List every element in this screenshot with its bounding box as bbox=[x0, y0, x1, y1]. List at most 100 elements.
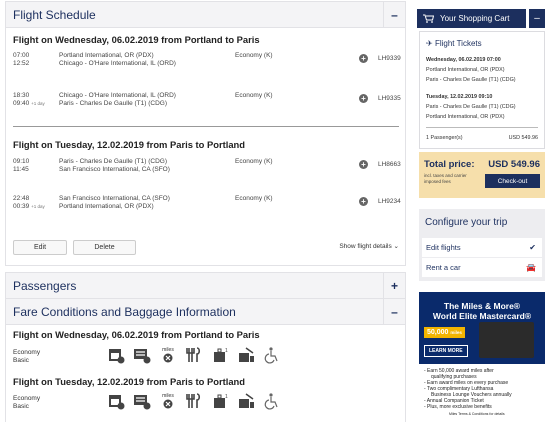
credit-card-image bbox=[479, 322, 534, 358]
plus-icon[interactable]: + bbox=[359, 160, 368, 169]
outbound-date: Wednesday, 06.02.2019 07:00 bbox=[426, 57, 501, 63]
plus-icon[interactable]: + bbox=[359, 94, 368, 103]
total-price-box: Total price: USD 549.96 incl. taxes and … bbox=[419, 152, 545, 198]
arrival-airport: San Francisco International, CA (SFO) bbox=[59, 166, 170, 173]
flight-schedule-header[interactable]: Flight Schedule – bbox=[5, 1, 406, 28]
cabin-class: Economy (K) bbox=[235, 158, 273, 165]
cart-collapse-toggle[interactable]: – bbox=[529, 9, 545, 28]
checked-baggage-icon bbox=[236, 391, 256, 411]
arrival-airport: Portland International, OR (PDX) bbox=[59, 203, 154, 210]
ad-headline: The Miles & More® bbox=[443, 301, 521, 311]
fare-class-name: Economy bbox=[13, 349, 41, 356]
inbound-date: Tuesday, 12.02.2019 09:10 bbox=[426, 94, 493, 100]
shopping-cart-header[interactable]: Your Shopping Cart bbox=[417, 9, 526, 28]
arrival-airport: Chicago - O'Hare International, IL (ORD) bbox=[59, 60, 176, 67]
total-note: incl. taxes and carrier imposed fees bbox=[424, 173, 467, 184]
svg-text:1: 1 bbox=[225, 394, 228, 400]
fare-outbound-title: Flight on Wednesday, 06.02.2019 from Por… bbox=[13, 329, 260, 340]
flight-segment: 18:30 09:40 +1 day Chicago - O'Hare Inte… bbox=[13, 92, 401, 114]
divider bbox=[426, 127, 538, 128]
outbound-from: Portland International, OR (PDX) bbox=[426, 67, 505, 73]
plus-icon[interactable]: + bbox=[359, 54, 368, 63]
plane-icon: ✈ bbox=[426, 39, 433, 48]
fare-icons: miles 1 bbox=[106, 345, 282, 365]
svg-text:1: 1 bbox=[225, 348, 228, 354]
flight-schedule-title: Flight Schedule bbox=[13, 7, 96, 22]
outbound-to: Paris - Charles De Gaulle (T1) (CDG) bbox=[426, 77, 516, 83]
delete-button[interactable]: Delete bbox=[73, 240, 136, 255]
fare-conditions-title: Fare Conditions and Baggage Information bbox=[13, 304, 236, 319]
plus-icon[interactable]: + bbox=[359, 197, 368, 206]
flight-segment: 22:48 00:39 +1 day San Francisco Interna… bbox=[13, 195, 401, 217]
next-day-note: +1 day bbox=[31, 101, 45, 106]
flight-segment: 07:00 12:52 Portland International, OR (… bbox=[13, 52, 401, 74]
arrival-airport: Paris - Charles De Gaulle (T1) (CDG) bbox=[59, 100, 167, 107]
passengers-header[interactable]: Passengers + bbox=[5, 272, 406, 299]
carry-on-baggage-icon: 1 bbox=[210, 345, 230, 365]
collapse-toggle[interactable]: – bbox=[383, 2, 405, 27]
passengers-title: Passengers bbox=[13, 278, 77, 293]
ad-headline-2: World Elite Mastercard® bbox=[432, 311, 532, 321]
departure-time: 09:10 bbox=[13, 158, 30, 165]
flight-number: LH8663 bbox=[378, 161, 401, 168]
rebooking-icon bbox=[132, 345, 152, 365]
meal-icon bbox=[184, 391, 204, 411]
cabin-class: Economy (K) bbox=[235, 92, 273, 99]
departure-time: 18:30 bbox=[13, 92, 30, 99]
departure-time: 22:48 bbox=[13, 195, 30, 202]
meal-icon bbox=[184, 345, 204, 365]
cart-icon bbox=[423, 14, 434, 23]
flight-number: LH9234 bbox=[378, 198, 401, 205]
checkmark-icon: ✔ bbox=[529, 243, 536, 252]
flight-number: LH9335 bbox=[378, 95, 401, 102]
departure-airport: Portland International, OR (PDX) bbox=[59, 52, 154, 59]
fare-class-name: Economy bbox=[13, 395, 41, 402]
collapse-toggle[interactable]: – bbox=[383, 299, 405, 324]
ad-bonus-value: 50,000 bbox=[427, 329, 449, 336]
fare-type: Basic bbox=[13, 403, 29, 410]
passenger-count: 1 Passenger(s) bbox=[426, 135, 463, 141]
edit-flights-item[interactable]: Edit flights ✔ bbox=[422, 238, 542, 257]
fare-conditions-header[interactable]: Fare Conditions and Baggage Information … bbox=[5, 298, 406, 325]
ticket-price: USD 549.96 bbox=[508, 135, 538, 141]
inbound-from: Paris - Charles De Gaulle (T1) (CDG) bbox=[426, 104, 516, 110]
main-content: Flight Schedule – Flight on Wednesday, 0… bbox=[5, 0, 406, 422]
rebooking-icon bbox=[132, 391, 152, 411]
inbound-title: Flight on Tuesday, 12.02.2019 from Paris… bbox=[13, 139, 246, 150]
arrival-time: 11:45 bbox=[13, 166, 29, 173]
fare-type: Basic bbox=[13, 357, 29, 364]
fare-conditions-panel: Flight on Wednesday, 06.02.2019 from Por… bbox=[5, 325, 406, 422]
ad-banner: The Miles & More® World Elite Mastercard®… bbox=[419, 292, 545, 364]
expand-toggle[interactable]: + bbox=[383, 273, 405, 298]
flight-number: LH9339 bbox=[378, 55, 401, 62]
mastercard-ad[interactable]: The Miles & More® World Elite Mastercard®… bbox=[419, 292, 545, 422]
flight-segment: 09:10 11:45 Paris - Charles De Gaulle (T… bbox=[13, 158, 401, 180]
arrival-time: 09:40 bbox=[13, 100, 30, 107]
car-icon: 🚘 bbox=[526, 263, 536, 272]
learn-more-button[interactable]: LEARN MORE bbox=[424, 345, 468, 357]
checkout-button[interactable]: Check-out bbox=[485, 174, 540, 188]
rent-car-item[interactable]: Rent a car 🚘 bbox=[422, 258, 542, 277]
edit-flights-label: Edit flights bbox=[426, 243, 461, 252]
ad-bullet: - Plus, more exclusive benefits bbox=[424, 404, 492, 410]
total-amount: USD 549.96 bbox=[488, 159, 540, 170]
departure-time: 07:00 bbox=[13, 52, 30, 59]
checked-baggage-icon bbox=[236, 345, 256, 365]
accessibility-icon bbox=[262, 345, 282, 365]
departure-airport: San Francisco International, CA (SFO) bbox=[59, 195, 170, 202]
show-flight-details-link[interactable]: Show flight details ⌄ bbox=[339, 242, 399, 250]
rent-car-label: Rent a car bbox=[426, 263, 461, 272]
edit-button[interactable]: Edit bbox=[13, 240, 67, 255]
flight-tickets-summary: ✈ Flight Tickets Wednesday, 06.02.2019 0… bbox=[419, 31, 545, 149]
arrival-time: 00:39 bbox=[13, 203, 30, 210]
fare-class: Economy Basic bbox=[13, 349, 40, 365]
ad-footer: Miles Terms & Conditions for details bbox=[449, 412, 505, 416]
fare-icons: miles 1 bbox=[106, 391, 282, 411]
departure-airport: Paris - Charles De Gaulle (T1) (CDG) bbox=[59, 158, 167, 165]
miles-icon: miles bbox=[158, 345, 178, 365]
arrival-time: 12:52 bbox=[13, 60, 30, 67]
flight-tickets-header: ✈ Flight Tickets bbox=[426, 39, 482, 48]
fare-inbound-title: Flight on Tuesday, 12.02.2019 from Paris… bbox=[13, 376, 246, 387]
carry-on-baggage-icon: 1 bbox=[210, 391, 230, 411]
outbound-title: Flight on Wednesday, 06.02.2019 from Por… bbox=[13, 34, 260, 45]
